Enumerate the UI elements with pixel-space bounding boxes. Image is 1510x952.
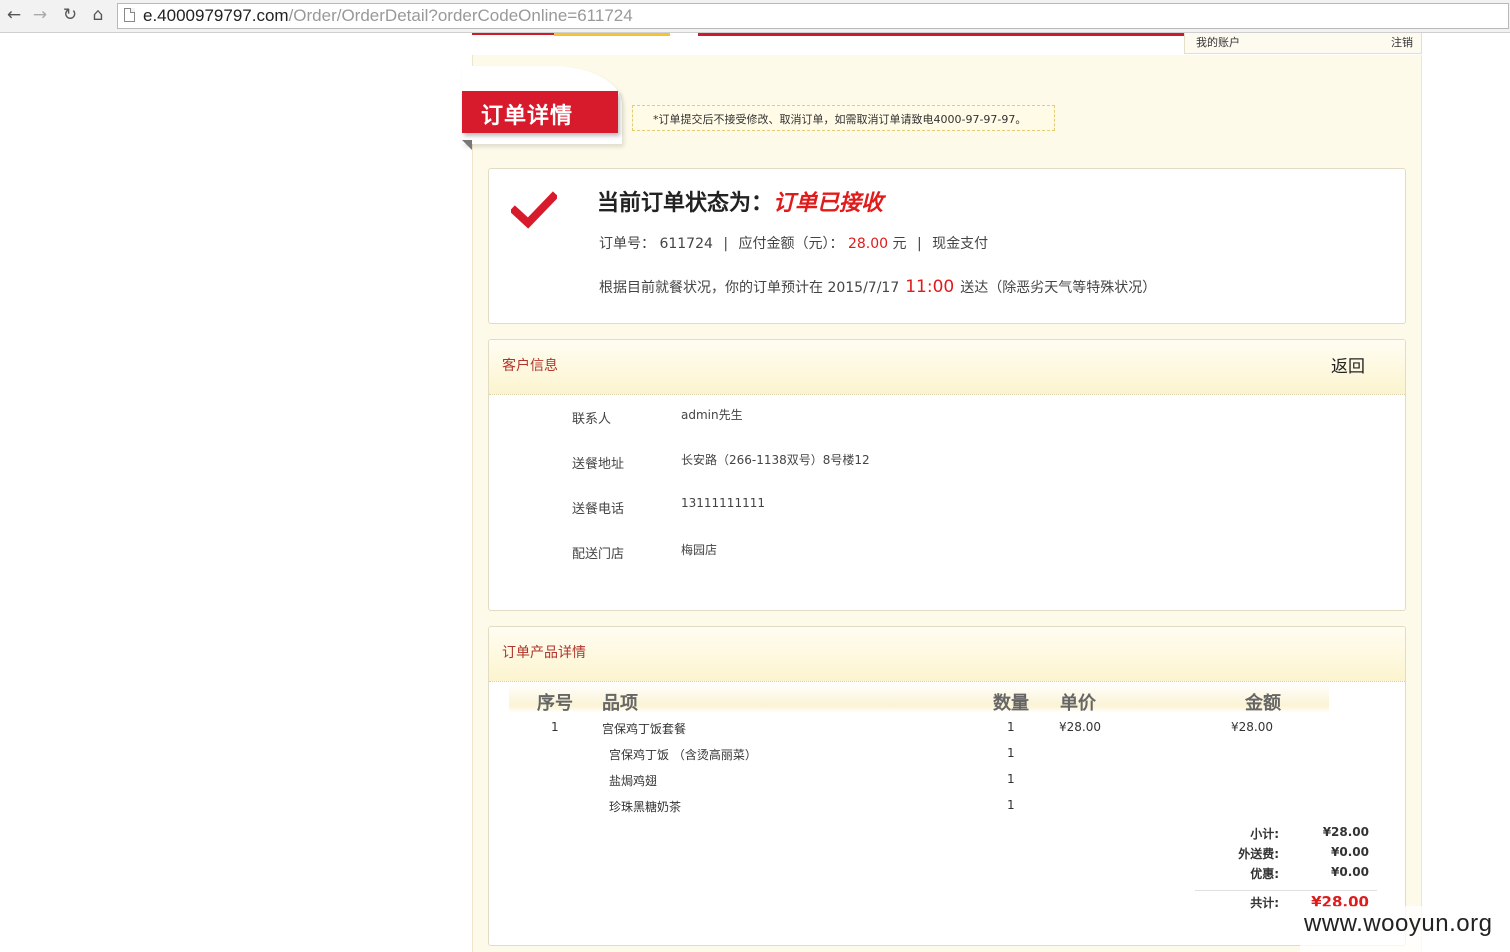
table-row: 盐焗鸡翅 1	[489, 772, 1405, 792]
discount-row: 优惠: ¥0.00	[489, 865, 1405, 883]
notice-text: *订单提交后不接受修改、取消订单，如需取消订单请致电4000-97-97-97。	[653, 113, 1027, 126]
nav-underline-red	[472, 33, 554, 35]
site-header-strip: 我的账户 注销	[472, 33, 1422, 55]
field-value: 梅园店	[681, 543, 718, 557]
column-header-item: 品项	[602, 693, 638, 714]
order-summary-line: 订单号： 611724 | 应付金额（元）： 28.00 元 | 现金支付	[599, 233, 988, 253]
column-header-price: 单价	[1060, 693, 1096, 714]
total-label: 共计:	[1250, 896, 1279, 910]
row-qty: 1	[1007, 798, 1015, 812]
check-icon	[511, 191, 557, 229]
order-products-header: 订单产品详情	[489, 627, 1405, 682]
order-status-box: 当前订单状态为：订单已接收 订单号： 611724 | 应付金额（元）： 28.…	[488, 168, 1406, 324]
eta-suffix: 送达（除恶劣天气等特殊状况）	[960, 280, 1157, 296]
account-bar: 我的账户 注销	[1184, 33, 1422, 54]
delivery-fee-label: 外送费:	[1238, 847, 1279, 861]
row-qty: 1	[1007, 772, 1015, 786]
watermark-text: www.wooyun.org	[1304, 910, 1493, 937]
table-row: 1 宫保鸡丁饭套餐 1 ¥28.00 ¥28.00	[489, 720, 1405, 740]
column-header-no: 序号	[537, 693, 573, 714]
address-row: 送餐地址 长安路（266-1138双号）8号楼12	[489, 451, 1405, 472]
table-header: 序号 品项 数量 单价 金额	[509, 683, 1329, 714]
home-icon[interactable]: ⌂	[86, 4, 110, 26]
contact-row: 联系人 admin先生	[489, 406, 1405, 427]
forward-arrow-icon[interactable]: →	[28, 4, 52, 26]
subtotal-label: 小计:	[1250, 827, 1279, 841]
my-account-link[interactable]: 我的账户	[1196, 34, 1240, 50]
row-item: 珍珠黑糖奶茶	[609, 800, 682, 814]
row-qty: 1	[1007, 720, 1015, 734]
order-status-line: 当前订单状态为：订单已接收	[597, 185, 883, 217]
field-value: 13111111111	[681, 496, 765, 510]
summary-divider	[1195, 890, 1377, 891]
amount-label: 应付金额（元）：	[738, 236, 844, 252]
field-label: 送餐电话	[572, 502, 625, 517]
row-no: 1	[551, 720, 559, 734]
customer-info-header: 客户信息 返回	[489, 340, 1405, 395]
order-products-section: 订单产品详情 序号 品项 数量 单价 金额 1 宫保鸡丁饭套餐 1 ¥28.00…	[488, 626, 1406, 946]
back-link[interactable]: 返回	[1331, 352, 1365, 377]
row-qty: 1	[1007, 746, 1015, 760]
field-value: admin先生	[681, 408, 743, 422]
eta-prefix: 根据目前就餐状况，你的订单预计在 2015/7/17	[599, 280, 900, 296]
browser-toolbar: ← → ↻ ⌂ e.4000979797.com/Order/OrderDeta…	[0, 0, 1510, 33]
phone-row: 送餐电话 13111111111	[489, 496, 1405, 517]
logout-link[interactable]: 注销	[1391, 34, 1413, 50]
watermark: www.wooyun.org	[1300, 906, 1510, 952]
table-row: 宫保鸡丁饭 （含烫高丽菜） 1	[489, 746, 1405, 766]
row-price: ¥28.00	[1059, 720, 1101, 734]
column-header-amount: 金额	[1245, 693, 1281, 714]
url-host: e.4000979797.com	[143, 6, 289, 25]
address-text[interactable]: e.4000979797.com/Order/OrderDetail?order…	[143, 6, 633, 26]
amount-value: 28.00	[847, 236, 889, 252]
nav-underline-red	[698, 33, 1186, 36]
eta-line: 根据目前就餐状况，你的订单预计在 2015/7/17 11:00 送达（除恶劣天气等…	[599, 277, 1156, 297]
separator: |	[723, 236, 729, 252]
delivery-fee-value: ¥0.00	[1331, 845, 1369, 859]
customer-info-title: 客户信息	[502, 358, 558, 374]
nav-underline-yellow	[554, 33, 670, 36]
discount-value: ¥0.00	[1331, 865, 1369, 879]
separator: |	[916, 236, 922, 252]
row-item: 盐焗鸡翅	[609, 774, 658, 788]
table-row: 珍珠黑糖奶茶 1	[489, 798, 1405, 818]
back-arrow-icon[interactable]: ←	[2, 4, 26, 26]
reload-icon[interactable]: ↻	[58, 4, 82, 26]
order-notice: *订单提交后不接受修改、取消订单，如需取消订单请致电4000-97-97-97。	[632, 105, 1055, 131]
status-value: 订单已接收	[773, 191, 884, 216]
delivery-fee-row: 外送费: ¥0.00	[489, 845, 1405, 863]
subtotal-value: ¥28.00	[1322, 825, 1369, 839]
field-value: 长安路（266-1138双号）8号楼12	[681, 453, 870, 467]
field-label: 送餐地址	[572, 457, 625, 472]
page-icon	[124, 8, 135, 22]
row-item: 宫保鸡丁饭 （含烫高丽菜）	[609, 748, 757, 762]
title-ribbon: 订单详情	[462, 91, 618, 133]
discount-label: 优惠:	[1250, 867, 1279, 881]
eta-time: 11:00	[905, 277, 955, 297]
payment-method: 现金支付	[932, 236, 989, 252]
total-row: 共计: ¥28.00	[489, 893, 1405, 911]
ribbon-fold	[462, 140, 472, 150]
column-header-qty: 数量	[993, 693, 1029, 714]
url-path: /Order/OrderDetail?orderCodeOnline=61172…	[288, 6, 633, 25]
order-no: 611724	[659, 236, 713, 252]
order-products-title: 订单产品详情	[502, 645, 586, 661]
order-no-label: 订单号：	[599, 236, 655, 252]
row-item: 宫保鸡丁饭套餐	[602, 722, 687, 736]
row-amount: ¥28.00	[1231, 720, 1273, 734]
customer-info-section: 客户信息 返回 联系人 admin先生 送餐地址 长安路（266-1138双号）…	[488, 339, 1406, 611]
address-bar[interactable]: e.4000979797.com/Order/OrderDetail?order…	[117, 3, 1509, 29]
page-title: 订单详情	[481, 104, 574, 129]
status-prefix: 当前订单状态为：	[597, 191, 774, 216]
field-label: 配送门店	[572, 547, 625, 562]
store-row: 配送门店 梅园店	[489, 541, 1405, 562]
subtotal-row: 小计: ¥28.00	[489, 825, 1405, 843]
field-label: 联系人	[572, 412, 612, 427]
amount-unit: 元	[892, 236, 907, 252]
